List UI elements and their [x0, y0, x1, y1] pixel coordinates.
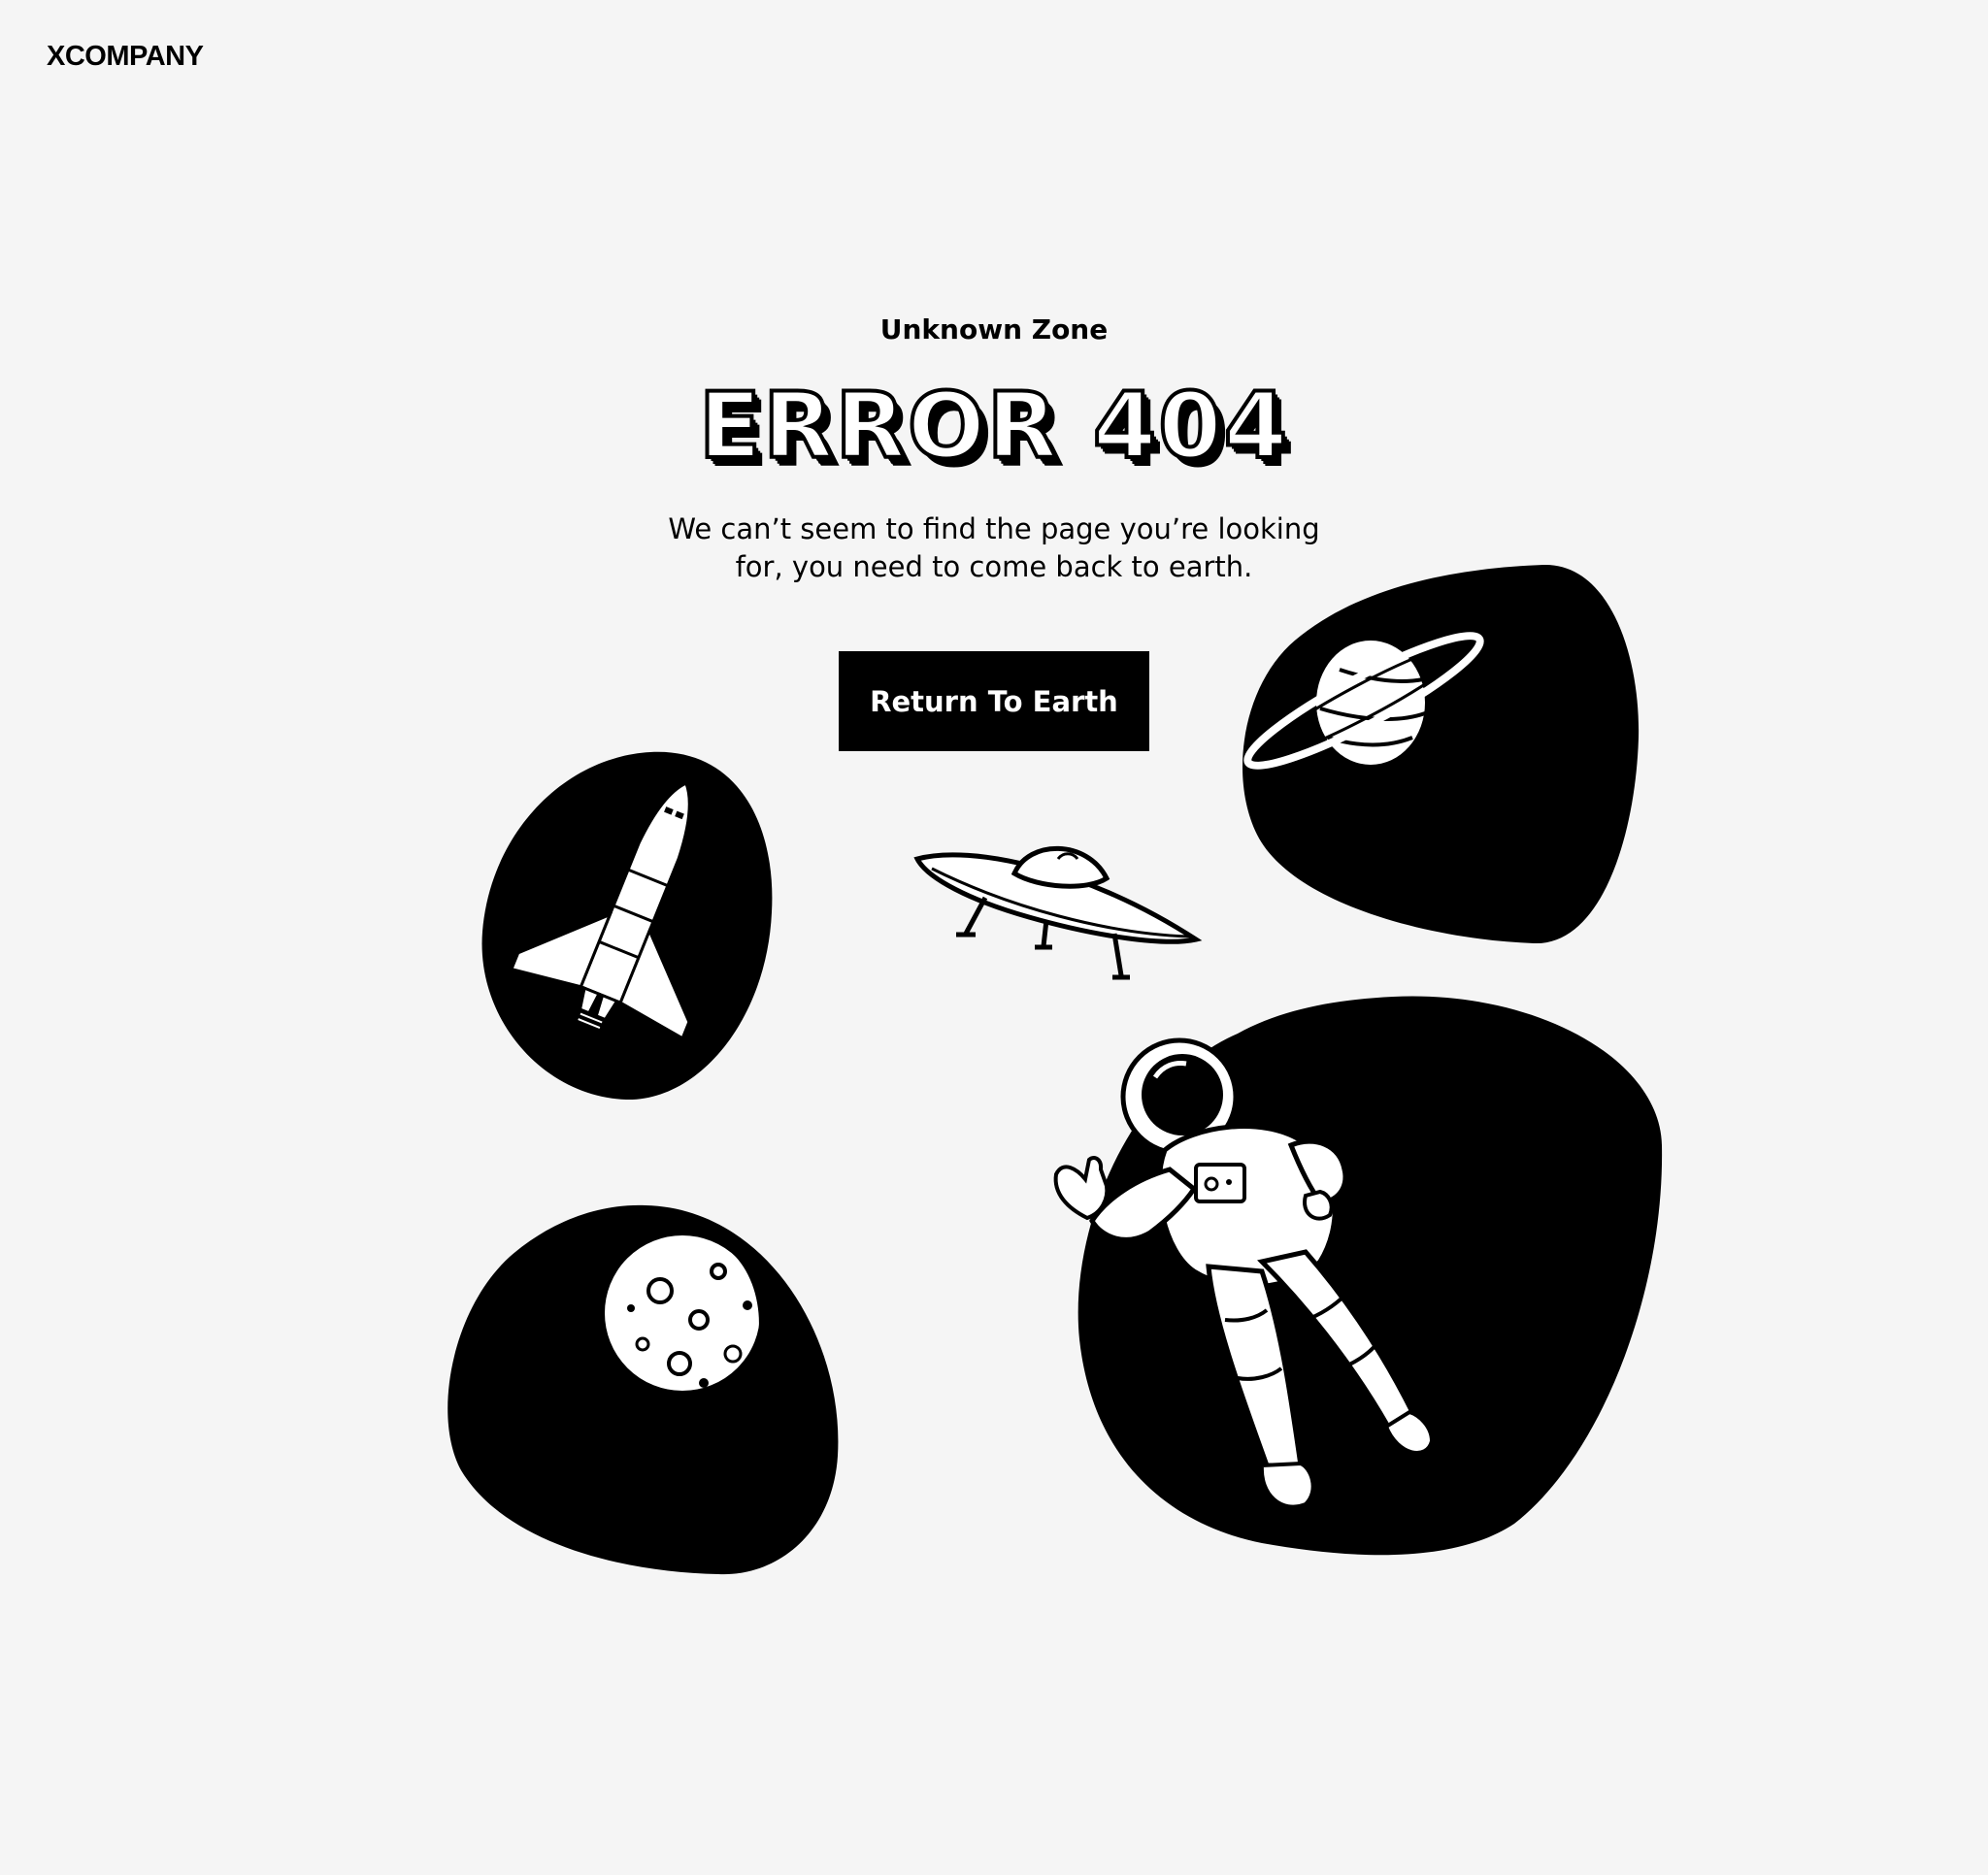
- logo[interactable]: XCOMPANY: [47, 37, 204, 76]
- error-message: We can’t seem to find the page you’re lo…: [0, 510, 1988, 586]
- moon-icon: [447, 1204, 839, 1575]
- error-headline: ERROR 404: [697, 372, 1290, 481]
- return-to-earth-button[interactable]: Return To Earth: [839, 651, 1149, 751]
- error-message-line-2: for, you need to come back to earth.: [735, 550, 1253, 583]
- space-shuttle-icon: [481, 751, 773, 1101]
- space-illustration: [447, 564, 1663, 1575]
- saturn-icon: [1242, 564, 1640, 944]
- astronaut-icon: [1053, 996, 1663, 1556]
- ufo-icon: [913, 845, 1203, 980]
- eyebrow-label: Unknown Zone: [879, 313, 1109, 345]
- error-message-line-1: We can’t seem to find the page you’re lo…: [668, 512, 1320, 545]
